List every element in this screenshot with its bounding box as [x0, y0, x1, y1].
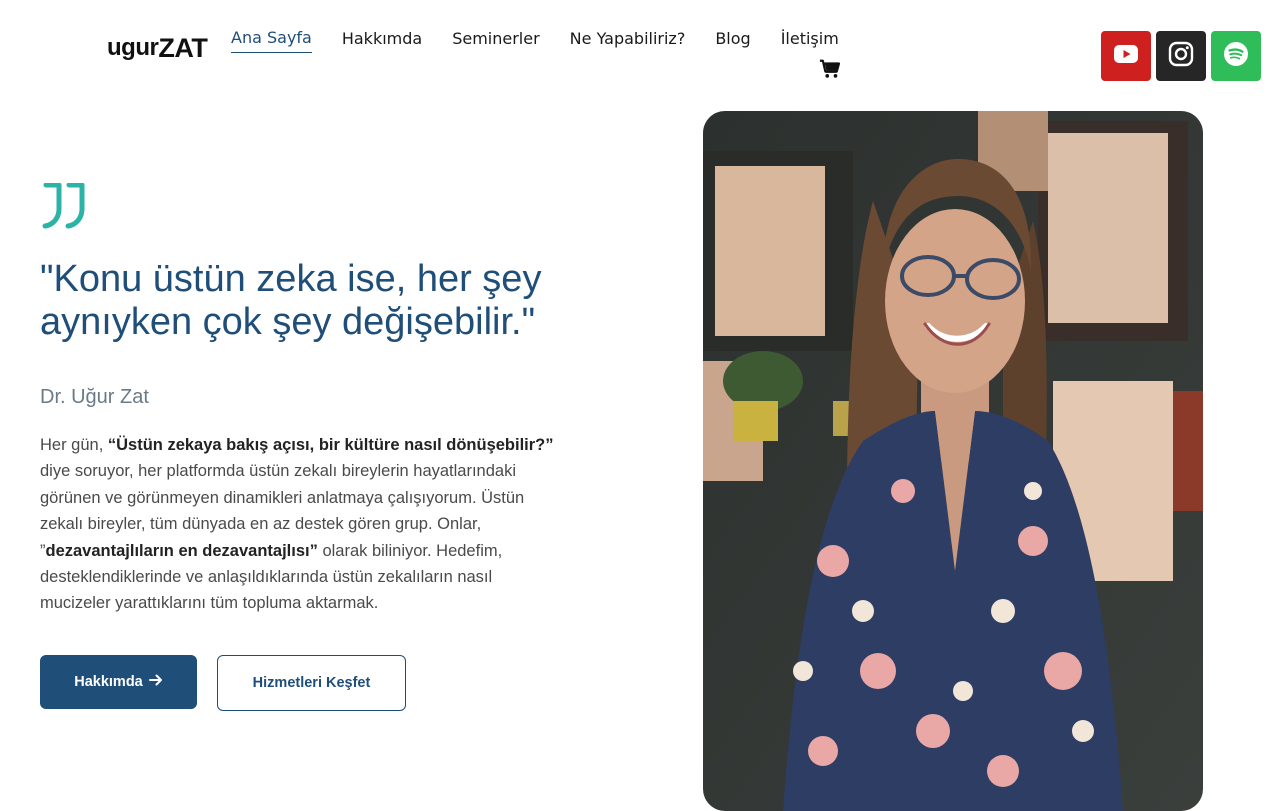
nav-item-ne-yapabiliriz[interactable]: Ne Yapabiliriz? [570, 27, 686, 53]
arrow-right-icon [148, 674, 163, 690]
bio-bold-question: “Üstün zekaya bakış açısı, bir kültüre n… [107, 436, 554, 454]
instagram-button[interactable] [1156, 31, 1206, 81]
nav-item-ana-sayfa[interactable]: Ana Sayfa [231, 26, 312, 53]
author-name: Dr. Uğur Zat [40, 386, 149, 408]
spotify-icon [1223, 41, 1249, 71]
site-header: ugur ZAT Ana Sayfa Hakkımda Seminerler Ne… [0, 0, 1280, 100]
explore-services-button[interactable]: Hizmetleri Keşfet [217, 655, 406, 711]
site-logo[interactable]: ugur ZAT [107, 30, 208, 66]
nav-item-hakkimda[interactable]: Hakkımda [342, 27, 422, 53]
portrait-photo [703, 111, 1203, 811]
instagram-icon [1168, 41, 1194, 71]
youtube-button[interactable] [1101, 31, 1151, 81]
cart-icon[interactable] [819, 58, 841, 80]
nav-item-iletisim[interactable]: İletişim [781, 27, 839, 53]
about-button-label: Hakkımda [74, 674, 143, 690]
bio-text-1: Her gün, [40, 436, 108, 454]
hero-quote: "Konu üstün zeka ise, her şey aynıyken ç… [40, 258, 542, 343]
logo-text-ugur: ugur [107, 34, 159, 61]
bio-bold-phrase: dezavantajlıların en dezavantajlısı” [45, 541, 318, 560]
bio-paragraph: Her gün, “Üstün zekaya bakış açısı, bir … [40, 432, 555, 617]
main-nav: Ana Sayfa Hakkımda Seminerler Ne Yapabil… [231, 26, 851, 53]
about-button[interactable]: Hakkımda [40, 655, 197, 709]
nav-item-seminerler[interactable]: Seminerler [452, 27, 539, 53]
quote-icon [40, 182, 90, 229]
logo-text-zat: ZAT [158, 32, 208, 63]
youtube-icon [1113, 44, 1139, 68]
nav-item-blog[interactable]: Blog [715, 27, 750, 53]
spotify-button[interactable] [1211, 31, 1261, 81]
explore-services-label: Hizmetleri Keşfet [252, 675, 371, 691]
